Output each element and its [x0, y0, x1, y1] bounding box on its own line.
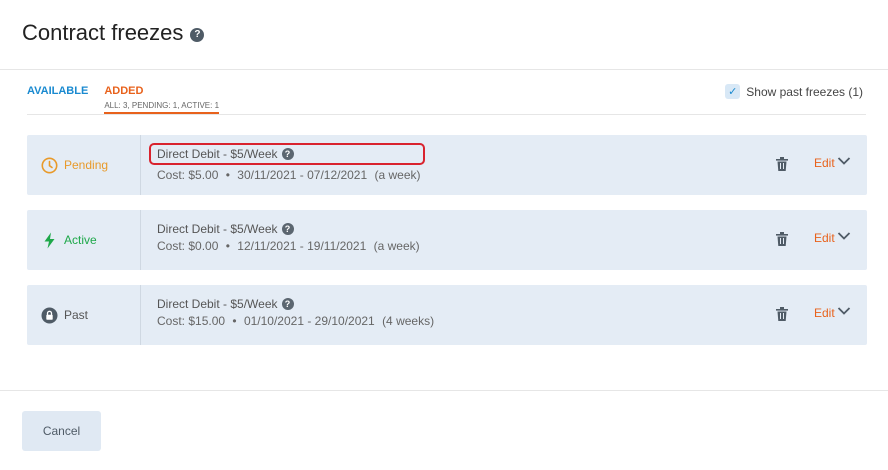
edit-button[interactable]: Edit — [814, 306, 835, 320]
bullet-separator: • — [225, 168, 230, 182]
edit-button[interactable]: Edit — [814, 156, 835, 170]
freeze-card: Past Direct Debit - $5/Week ? Cost: $15.… — [27, 285, 867, 345]
show-past-label: Show past freezes (1) — [746, 84, 863, 99]
freeze-dates: 12/11/2021 - 19/11/2021 — [237, 239, 367, 253]
freeze-dates: 01/10/2021 - 29/10/2021 — [243, 314, 375, 328]
chevron-down-icon[interactable] — [837, 304, 851, 318]
trash-icon[interactable] — [775, 231, 789, 247]
cancel-button[interactable]: Cancel — [22, 411, 101, 451]
divider — [27, 114, 866, 115]
freeze-status: Past — [27, 285, 141, 345]
freeze-cost: Cost: $5.00 — [157, 168, 219, 182]
chevron-down-icon[interactable] — [837, 154, 851, 168]
freeze-info: Direct Debit - $5/Week ? Cost: $0.00 • 1… — [157, 222, 424, 253]
freeze-card: Active Direct Debit - $5/Week ? Cost: $0… — [27, 210, 867, 270]
freeze-cost: Cost: $0.00 — [157, 239, 219, 253]
freeze-status-label: Active — [64, 233, 97, 247]
page-title: Contract freezes ? — [22, 20, 205, 46]
bullet-separator: • — [232, 314, 237, 328]
footer-divider — [0, 390, 888, 391]
freeze-name-text: Direct Debit - $5/Week — [157, 147, 278, 161]
freeze-dates: 30/11/2021 - 07/12/2021 — [237, 168, 368, 182]
freeze-card: Pending Direct Debit - $5/Week ? Cost: $… — [27, 135, 867, 195]
clock-icon — [41, 157, 58, 174]
freeze-status-label: Past — [64, 308, 89, 322]
trash-icon[interactable] — [775, 306, 789, 322]
question-circle-icon[interactable]: ? — [281, 223, 294, 235]
tab-added[interactable]: ADDED ALL: 3, PENDING: 1, ACTIVE: 1 — [104, 85, 220, 114]
freeze-status: Active — [27, 210, 141, 270]
freeze-name: Direct Debit - $5/Week ? — [149, 143, 425, 165]
bullet-separator: • — [225, 239, 230, 253]
question-circle-icon[interactable]: ? — [281, 298, 294, 310]
lightning-icon — [41, 232, 58, 249]
freeze-status: Pending — [27, 135, 141, 195]
show-past-toggle[interactable]: ✓ Show past freezes (1) — [725, 84, 863, 99]
freeze-name-text: Direct Debit - $5/Week — [157, 222, 278, 236]
freeze-duration: (a week) — [373, 239, 420, 253]
tab-available[interactable]: AVAILABLE — [27, 85, 88, 114]
tab-bar: AVAILABLE ADDED ALL: 3, PENDING: 1, ACTI… — [27, 85, 220, 114]
freeze-details: Cost: $0.00 • 12/11/2021 - 19/11/2021 (a… — [157, 239, 424, 253]
show-past-checkbox[interactable]: ✓ — [725, 84, 741, 99]
freeze-info: Direct Debit - $5/Week ? Cost: $15.00 • … — [157, 297, 438, 328]
freeze-details: Cost: $15.00 • 01/10/2021 - 29/10/2021 (… — [157, 314, 438, 328]
freeze-duration: (4 weeks) — [382, 314, 435, 328]
freeze-info: Direct Debit - $5/Week ? Cost: $5.00 • 3… — [149, 143, 425, 182]
freeze-cost: Cost: $15.00 — [157, 314, 226, 328]
freeze-duration: (a week) — [374, 168, 421, 182]
trash-icon[interactable] — [775, 156, 789, 172]
freeze-name: Direct Debit - $5/Week ? — [157, 297, 438, 311]
lock-icon — [41, 307, 58, 324]
freeze-details: Cost: $5.00 • 30/11/2021 - 07/12/2021 (a… — [157, 168, 425, 182]
edit-button[interactable]: Edit — [814, 231, 835, 245]
question-circle-icon[interactable]: ? — [281, 148, 294, 160]
modal-header: Contract freezes ? — [0, 0, 888, 70]
question-circle-icon[interactable]: ? — [190, 27, 205, 42]
freeze-name-text: Direct Debit - $5/Week — [157, 297, 278, 311]
chevron-down-icon[interactable] — [837, 229, 851, 243]
page-title-text: Contract freezes — [22, 20, 184, 45]
freeze-name: Direct Debit - $5/Week ? — [157, 222, 424, 236]
freeze-status-label: Pending — [64, 158, 109, 172]
tab-added-label: ADDED — [104, 85, 144, 97]
tab-added-counts: ALL: 3, PENDING: 1, ACTIVE: 1 — [104, 101, 220, 110]
